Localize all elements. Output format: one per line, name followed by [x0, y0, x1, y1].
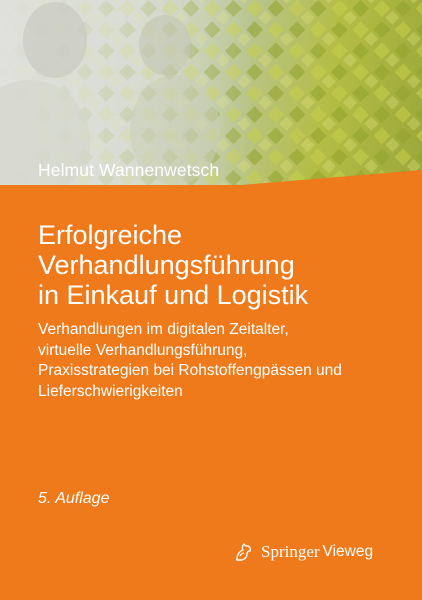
- title-line: in Einkauf und Logistik: [38, 280, 309, 310]
- subtitle-line: Praxisstrategien bei Rohstoffengpässen u…: [38, 362, 342, 379]
- author-name: Helmut Wannenwetsch: [38, 160, 220, 180]
- publisher-name-springer: Springer: [261, 542, 320, 561]
- subtitle-line: Lieferschwierigkeiten: [38, 382, 183, 400]
- springer-horse-icon: [236, 543, 252, 561]
- subtitle-line: Verhandlungen im digitalen Zeitalter,: [38, 321, 289, 338]
- book-title: Erfolgreiche Verhandlungsführung in Eink…: [38, 220, 408, 310]
- book-cover: Helmut Wannenwetsch Erfolgreiche Verhand…: [0, 0, 422, 600]
- edition-label: 5. Auflage: [38, 490, 110, 507]
- publisher-name-vieweg: Vieweg: [322, 543, 374, 560]
- book-subtitle: Verhandlungen im digitalen Zeitalter, vi…: [38, 320, 410, 402]
- title-line: Verhandlungsführung: [38, 250, 295, 280]
- subtitle-line: virtuelle Verhandlungsführung,: [38, 341, 248, 359]
- publisher-logo: Springer Vieweg: [232, 539, 373, 565]
- title-line: Erfolgreiche: [38, 220, 183, 250]
